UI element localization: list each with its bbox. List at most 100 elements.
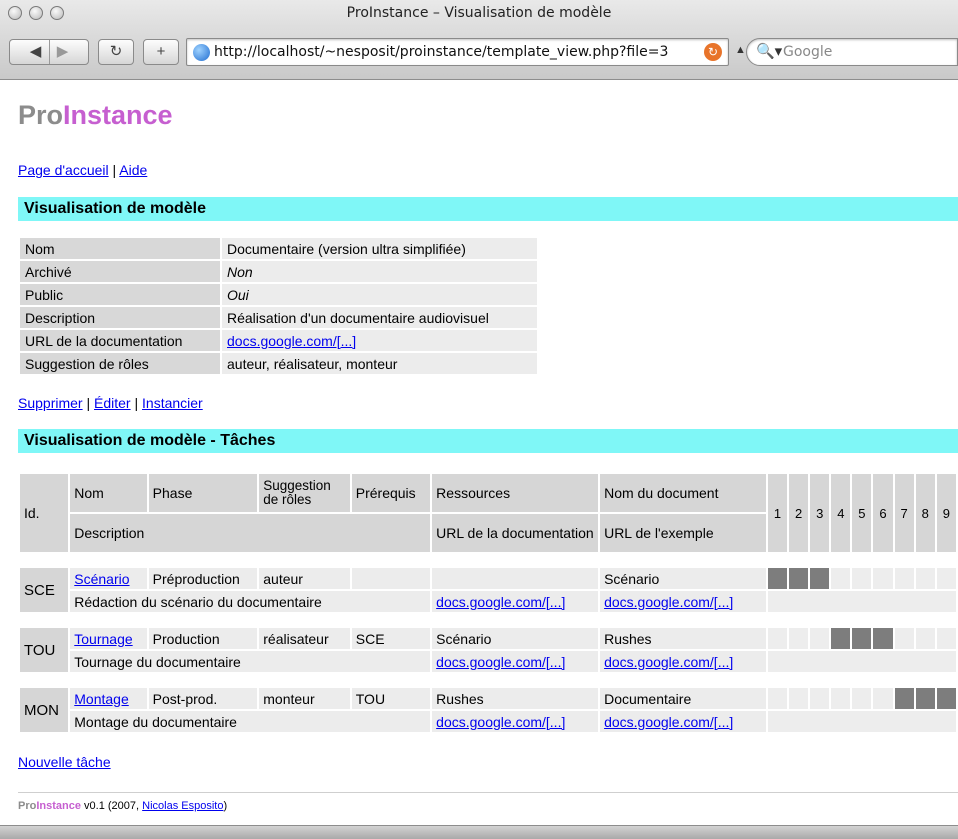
task-phase: Préproduction [148, 568, 258, 589]
timeline-cell [894, 568, 914, 589]
task-id: TOU [20, 628, 69, 672]
add-bookmark-button[interactable]: + [143, 39, 179, 65]
timeline-cell [767, 688, 788, 709]
detail-row-description: Description Réalisation d'un documentair… [20, 307, 537, 328]
timeline-cell [936, 688, 956, 709]
header-col-4: 4 [831, 474, 851, 552]
task-url-example-link[interactable]: docs.google.com/[...] [604, 714, 733, 730]
task-row-detail: Tournage du documentaire docs.google.com/… [20, 651, 956, 672]
header-col-5: 5 [852, 474, 872, 552]
timeline-cell [810, 628, 830, 649]
task-prerequis: SCE [351, 628, 431, 649]
task-url-example-cell: docs.google.com/[...] [600, 651, 766, 672]
url-text[interactable]: http://localhost/~nesposit/proinstance/t… [214, 44, 698, 60]
timeline-cell [852, 688, 872, 709]
task-spacer [20, 554, 956, 566]
task-phase: Production [148, 628, 258, 649]
edit-link[interactable]: Éditer [94, 395, 131, 411]
timeline-cell [915, 568, 935, 589]
author-link[interactable]: Nicolas Esposito [142, 800, 223, 812]
search-icon[interactable]: 🔍▾ [756, 42, 782, 60]
task-url-example-link[interactable]: docs.google.com/[...] [604, 654, 733, 670]
history-dropdown-icon[interactable]: ▲ [735, 44, 746, 56]
logo-instance-text: Instance [63, 100, 173, 130]
tasks-header-row-1: Id. Nom Phase Suggestion de rôles Préreq… [20, 474, 956, 552]
page-refresh-icon[interactable]: ↻ [704, 43, 722, 61]
timeline-cell [852, 568, 872, 589]
header-url-exemple: URL de l'exemple [600, 514, 766, 552]
model-actions: Supprimer | Éditer | Instancier [18, 395, 203, 411]
new-task-link[interactable]: Nouvelle tâche [18, 754, 111, 770]
task-name-link[interactable]: Scénario [74, 571, 129, 587]
task-row-detail: Montage du documentaire docs.google.com/[… [20, 711, 956, 732]
detail-label: URL de la documentation [20, 330, 220, 351]
task-name-cell: Scénario [70, 568, 147, 589]
back-forward-buttons[interactable]: ◀ ▶ [9, 39, 89, 65]
footer-close: ) [223, 800, 228, 812]
task-roles: monteur [259, 688, 350, 709]
instantiate-link[interactable]: Instancier [142, 395, 203, 411]
header-prerequis: Prérequis [351, 474, 431, 512]
plus-icon: + [156, 43, 166, 60]
header-col-6: 6 [873, 474, 893, 552]
timeline-cell [873, 628, 893, 649]
back-arrow-icon[interactable]: ◀ [23, 40, 49, 64]
timeline-cell [894, 688, 914, 709]
forward-arrow-icon[interactable]: ▶ [50, 40, 76, 64]
delete-link[interactable]: Supprimer [18, 395, 83, 411]
globe-icon [193, 44, 210, 61]
reload-icon: ↻ [109, 43, 123, 60]
timeline-cell [810, 688, 830, 709]
task-url-example-link[interactable]: docs.google.com/[...] [604, 594, 733, 610]
detail-label: Description [20, 307, 220, 328]
timeline-empty [767, 651, 956, 672]
task-spacer [20, 674, 956, 686]
task-url-example-cell: docs.google.com/[...] [600, 591, 766, 612]
detail-label: Public [20, 284, 220, 305]
reload-button[interactable]: ↻ [98, 39, 134, 65]
task-name-link[interactable]: Tournage [74, 631, 132, 647]
task-name-link[interactable]: Montage [74, 691, 128, 707]
timeline-cell [810, 568, 830, 589]
nav-separator: | [108, 162, 120, 178]
documentation-url-link[interactable]: docs.google.com/[...] [227, 333, 356, 349]
address-bar[interactable]: http://localhost/~nesposit/proinstance/t… [186, 38, 729, 66]
action-separator: | [130, 395, 143, 411]
task-prerequis [351, 568, 431, 589]
task-url-doc-link[interactable]: docs.google.com/[...] [436, 594, 565, 610]
model-details-table: Nom Documentaire (version ultra simplifi… [18, 236, 539, 376]
header-description: Description [70, 514, 431, 552]
detail-label: Archivé [20, 261, 220, 282]
task-row-detail: Rédaction du scénario du documentaire doc… [20, 591, 956, 612]
task-url-doc-link[interactable]: docs.google.com/[...] [436, 714, 565, 730]
site-logo: ProInstance [18, 100, 173, 131]
task-url-doc-link[interactable]: docs.google.com/[...] [436, 654, 565, 670]
timeline-empty [767, 591, 956, 612]
header-nom: Nom [70, 474, 147, 512]
footer-divider [18, 792, 958, 793]
timeline-cell [831, 568, 851, 589]
timeline-cell [852, 628, 872, 649]
detail-row-roles: Suggestion de rôles auteur, réalisateur,… [20, 353, 537, 374]
task-document: Rushes [600, 628, 766, 649]
detail-label: Nom [20, 238, 220, 259]
task-name-cell: Tournage [70, 628, 147, 649]
task-prerequis: TOU [351, 688, 431, 709]
help-link[interactable]: Aide [119, 162, 147, 178]
top-navigation: Page d'accueil | Aide [18, 162, 147, 178]
home-link[interactable]: Page d'accueil [18, 162, 109, 178]
timeline-cell [936, 628, 956, 649]
task-document: Documentaire [600, 688, 766, 709]
header-phase: Phase [148, 474, 258, 512]
detail-value: Non [222, 261, 537, 282]
detail-value: Documentaire (version ultra simplifiée) [222, 238, 537, 259]
task-id: SCE [20, 568, 69, 612]
timeline-cell [894, 628, 914, 649]
header-col-3: 3 [810, 474, 830, 552]
action-separator: | [82, 395, 95, 411]
timeline-cell [873, 688, 893, 709]
header-col-9: 9 [936, 474, 956, 552]
task-roles: réalisateur [259, 628, 350, 649]
search-field[interactable]: 🔍▾ Google [746, 38, 958, 66]
detail-row-nom: Nom Documentaire (version ultra simplifi… [20, 238, 537, 259]
